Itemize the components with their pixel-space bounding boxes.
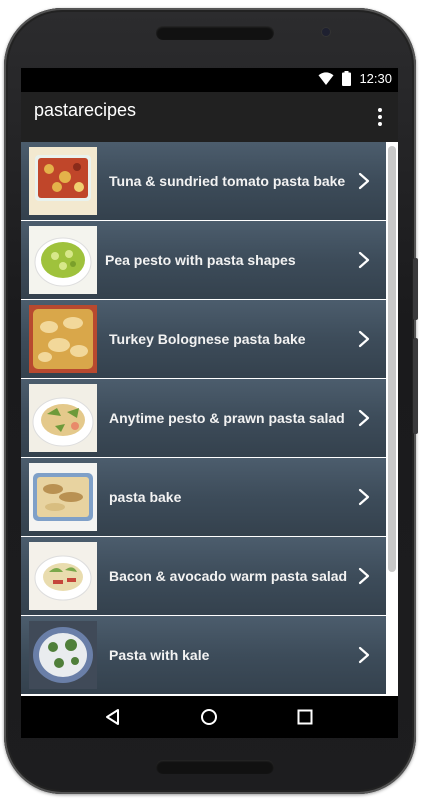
recipe-thumbnail bbox=[29, 147, 97, 215]
earpiece-speaker bbox=[156, 26, 274, 40]
app-bar: pastarecipes bbox=[21, 92, 398, 142]
recipe-row[interactable]: Tuna & sundried tomato pasta bake bbox=[21, 142, 386, 220]
back-icon[interactable] bbox=[99, 704, 127, 730]
recipe-row[interactable]: Bacon & avocado warm pasta salad bbox=[21, 537, 386, 615]
recipe-thumbnail bbox=[29, 384, 97, 452]
wifi-icon bbox=[318, 71, 334, 85]
scrollbar-thumb[interactable] bbox=[388, 146, 396, 572]
front-camera bbox=[322, 28, 330, 36]
recipe-list-items: Tuna & sundried tomato pasta bake Pea pe… bbox=[21, 142, 386, 695]
bottom-speaker bbox=[156, 760, 274, 774]
chevron-right-icon bbox=[358, 567, 370, 585]
app-title: pastarecipes bbox=[34, 100, 137, 120]
recipe-thumbnail bbox=[29, 305, 97, 373]
recipe-title: Pea pesto with pasta shapes bbox=[105, 252, 296, 268]
recipe-row[interactable]: Pea pesto with pasta shapes bbox=[21, 221, 386, 299]
chevron-right-icon bbox=[358, 409, 370, 427]
power-button[interactable] bbox=[413, 258, 418, 320]
recipe-title: Anytime pesto & prawn pasta salad bbox=[109, 410, 345, 426]
recipe-title: pasta bake bbox=[109, 489, 182, 505]
chevron-right-icon bbox=[358, 646, 370, 664]
volume-button[interactable] bbox=[413, 338, 418, 434]
recipe-row[interactable]: Pasta with kale bbox=[21, 616, 386, 694]
recipe-list[interactable]: Tuna & sundried tomato pasta bake Pea pe… bbox=[21, 142, 398, 696]
screen: 12:30 pastarecipes Tuna & sundried tomat… bbox=[21, 68, 398, 738]
recipe-thumbnail bbox=[29, 463, 97, 531]
recipe-thumbnail bbox=[29, 542, 97, 610]
chevron-right-icon bbox=[358, 488, 370, 506]
overflow-menu-icon[interactable] bbox=[368, 105, 392, 129]
navigation-bar bbox=[21, 696, 398, 738]
recipe-thumbnail bbox=[29, 226, 97, 294]
recipe-row[interactable]: pasta bake bbox=[21, 458, 386, 536]
recipe-row[interactable]: Anytime pesto & prawn pasta salad bbox=[21, 379, 386, 457]
recents-icon[interactable] bbox=[291, 704, 319, 730]
recipe-row[interactable]: Turkey Bolognese pasta bake bbox=[21, 300, 386, 378]
recipe-title: Tuna & sundried tomato pasta bake bbox=[109, 173, 346, 189]
recipe-title: Pasta with kale bbox=[109, 647, 210, 663]
chevron-right-icon bbox=[358, 330, 370, 348]
status-time: 12:30 bbox=[359, 71, 392, 86]
chevron-right-icon bbox=[358, 251, 370, 269]
battery-icon bbox=[342, 71, 352, 86]
recipe-title: Bacon & avocado warm pasta salad bbox=[109, 568, 348, 584]
recipe-title: Turkey Bolognese pasta bake bbox=[109, 331, 306, 347]
recipe-thumbnail bbox=[29, 621, 97, 689]
status-bar: 12:30 bbox=[21, 68, 398, 92]
home-icon[interactable] bbox=[195, 704, 223, 730]
chevron-right-icon bbox=[358, 172, 370, 190]
